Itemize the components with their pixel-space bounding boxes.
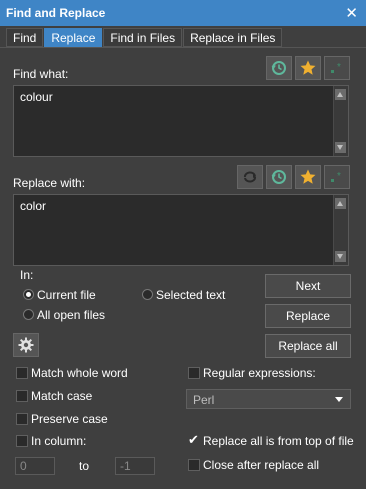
find-regex-builder-button[interactable]: *: [324, 56, 350, 80]
regex-engine-value: Perl: [193, 393, 215, 407]
radio-all-open-files[interactable]: [23, 309, 34, 320]
scope-label: In:: [20, 268, 34, 282]
match-case-label[interactable]: Match case: [31, 389, 92, 403]
regex-icon: *: [331, 171, 341, 182]
tab-divider: [0, 47, 366, 48]
favorites-star-icon: [300, 169, 316, 184]
replace-scrollbar[interactable]: [333, 195, 348, 265]
regex-engine-select[interactable]: Perl: [186, 389, 351, 409]
radio-all-open-files-label[interactable]: All open files: [37, 308, 105, 322]
radio-current-file-label[interactable]: Current file: [37, 288, 96, 302]
replace-history-button[interactable]: [266, 165, 292, 189]
replace-favorites-button[interactable]: [295, 165, 321, 189]
tab-find[interactable]: Find: [6, 28, 44, 47]
title-bar: Find and Replace ✕: [0, 0, 366, 26]
preserve-case-checkbox[interactable]: [16, 413, 28, 425]
replace-all-from-top-label[interactable]: Replace all is from top of file: [203, 434, 354, 448]
swap-icon: [244, 171, 256, 183]
column-to-label: to: [79, 459, 90, 473]
close-after-replace-all-label[interactable]: Close after replace all: [203, 458, 319, 472]
column-to-input[interactable]: -1: [115, 457, 155, 475]
tab-replace-in-files[interactable]: Replace in Files: [183, 28, 283, 47]
history-icon: [271, 61, 286, 75]
favorites-star-icon: [300, 60, 316, 75]
scroll-down-button[interactable]: [335, 251, 346, 262]
next-button[interactable]: Next: [265, 274, 351, 298]
tab-bar: Find Replace Find in Files Replace in Fi…: [6, 28, 283, 47]
svg-text:*: *: [337, 62, 341, 73]
find-what-label: Find what:: [13, 67, 69, 81]
radio-selected-text-label[interactable]: Selected text: [156, 288, 225, 302]
find-history-button[interactable]: [266, 56, 292, 80]
svg-text:*: *: [337, 171, 341, 182]
replace-all-from-top-checkbox[interactable]: ✔: [188, 432, 199, 448]
chevron-down-icon: [335, 397, 343, 402]
match-case-checkbox[interactable]: [16, 390, 28, 402]
match-whole-word-checkbox[interactable]: [16, 367, 28, 379]
scroll-down-button[interactable]: [335, 142, 346, 153]
column-from-input[interactable]: 0: [15, 457, 55, 475]
radio-current-file[interactable]: [23, 289, 34, 300]
regex-icon: *: [331, 62, 341, 73]
replace-with-label: Replace with:: [13, 176, 86, 190]
history-icon: [271, 170, 286, 184]
scroll-up-button[interactable]: [335, 89, 346, 100]
replace-all-button[interactable]: Replace all: [265, 334, 351, 358]
replace-regex-builder-button[interactable]: *: [324, 165, 350, 189]
in-column-checkbox[interactable]: [16, 435, 28, 447]
find-what-input[interactable]: colour: [13, 85, 349, 157]
regular-expressions-label[interactable]: Regular expressions:: [203, 366, 316, 380]
in-column-label[interactable]: In column:: [31, 434, 86, 448]
scroll-up-button[interactable]: [335, 198, 346, 209]
match-whole-word-label[interactable]: Match whole word: [31, 366, 128, 380]
replace-with-input[interactable]: color: [13, 194, 349, 266]
window-title: Find and Replace: [6, 6, 106, 20]
settings-button[interactable]: [13, 333, 39, 357]
radio-selected-text[interactable]: [142, 289, 153, 300]
swap-find-replace-button[interactable]: [237, 165, 263, 189]
close-icon[interactable]: ✕: [345, 4, 358, 22]
replace-with-value: color: [20, 199, 47, 213]
tab-replace[interactable]: Replace: [44, 28, 103, 47]
replace-button[interactable]: Replace: [265, 304, 351, 328]
regular-expressions-checkbox[interactable]: [188, 367, 200, 379]
preserve-case-label[interactable]: Preserve case: [31, 412, 108, 426]
find-what-value: colour: [20, 90, 53, 104]
close-after-replace-all-checkbox[interactable]: [188, 459, 200, 471]
find-scrollbar[interactable]: [333, 86, 348, 156]
gear-icon: [18, 337, 34, 353]
tab-find-in-files[interactable]: Find in Files: [103, 28, 183, 47]
find-favorites-button[interactable]: [295, 56, 321, 80]
